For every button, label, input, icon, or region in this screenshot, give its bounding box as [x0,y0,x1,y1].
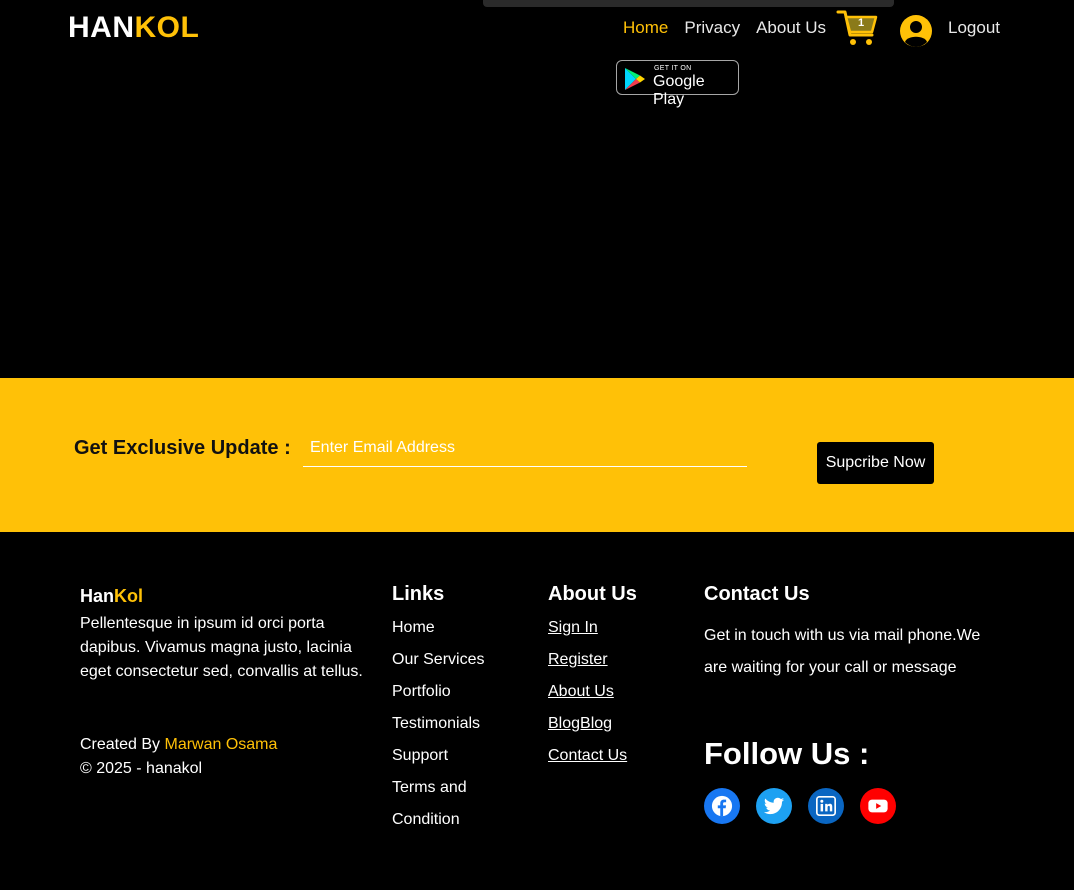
youtube-button[interactable] [860,788,896,824]
footer-link-blog[interactable]: BlogBlog [548,708,627,740]
main-nav: Home Privacy About Us [623,18,826,38]
twitter-icon [763,797,785,815]
newsletter-section: Get Exclusive Update : Supcribe Now [0,378,1074,532]
facebook-icon [711,795,733,817]
copyright-text: © 2025 - hanakol [80,760,203,777]
cart-count-badge: 1 [857,17,865,29]
logo-part-1: HAN [68,11,135,44]
footer-link-register[interactable]: Register [548,644,627,676]
google-play-small-text: GET IT ON [654,65,692,72]
email-input[interactable] [303,430,747,466]
footer-link-condition[interactable]: Condition [392,804,484,836]
footer-link-sign-in[interactable]: Sign In [548,612,627,644]
footer-link-contact-us[interactable]: Contact Us [548,740,627,772]
links-title: Links [392,583,445,605]
newsletter-title: Get Exclusive Update : [74,437,291,459]
contact-text: Get in touch with us via mail phone.We a… [704,627,981,676]
footer-link-our-services[interactable]: Our Services [392,644,484,676]
logo-part-2: KOL [134,11,200,44]
google-play-badge[interactable]: GET IT ON Google Play [616,60,739,108]
facebook-button[interactable] [704,788,740,824]
user-avatar[interactable] [899,14,933,48]
footer-about-list: Sign In Register About Us BlogBlog Conta… [548,612,627,772]
footer-link-testimonials[interactable]: Testimonials [392,708,484,740]
follow-us-title: Follow Us : [704,736,870,771]
social-links [704,788,896,824]
twitter-button[interactable] [756,788,792,824]
youtube-icon [868,799,888,813]
nav-home[interactable]: Home [623,18,668,38]
footer-credit: Created By Marwan Osama © 2025 - hanakol [80,733,277,781]
user-icon [900,15,932,47]
created-by-label: Created By [80,736,165,753]
footer-link-portfolio[interactable]: Portfolio [392,676,484,708]
nav-privacy[interactable]: Privacy [684,18,740,38]
nav-about-us[interactable]: About Us [756,18,826,38]
google-play-icon [625,68,645,90]
top-overlay-strip [483,0,894,7]
about-us-title: About Us [548,583,637,605]
footer-brand-part-1: Han [80,586,115,606]
author-link[interactable]: Marwan Osama [164,736,277,753]
footer-brand: HanKol [80,586,143,607]
subscribe-button[interactable]: Supcribe Now [817,442,934,484]
linkedin-button[interactable] [808,788,844,824]
email-field-wrapper [303,430,747,467]
cart-button[interactable]: 1 [836,8,878,48]
footer-about-text: Pellentesque in ipsum id orci porta dapi… [80,615,363,680]
google-play-big-text: Google Play [653,73,705,108]
footer-brand-part-2: Kol [114,586,144,606]
logout-link[interactable]: Logout [948,18,1000,38]
footer-links-list: Home Our Services Portfolio Testimonials… [392,612,484,836]
footer-link-home[interactable]: Home [392,612,484,644]
footer-link-about-us[interactable]: About Us [548,676,627,708]
contact-us-title: Contact Us [704,583,810,605]
footer-link-terms[interactable]: Terms and [392,772,484,804]
site-logo[interactable]: HANKOL [68,11,199,45]
footer-link-support[interactable]: Support [392,740,484,772]
linkedin-icon [816,796,836,816]
